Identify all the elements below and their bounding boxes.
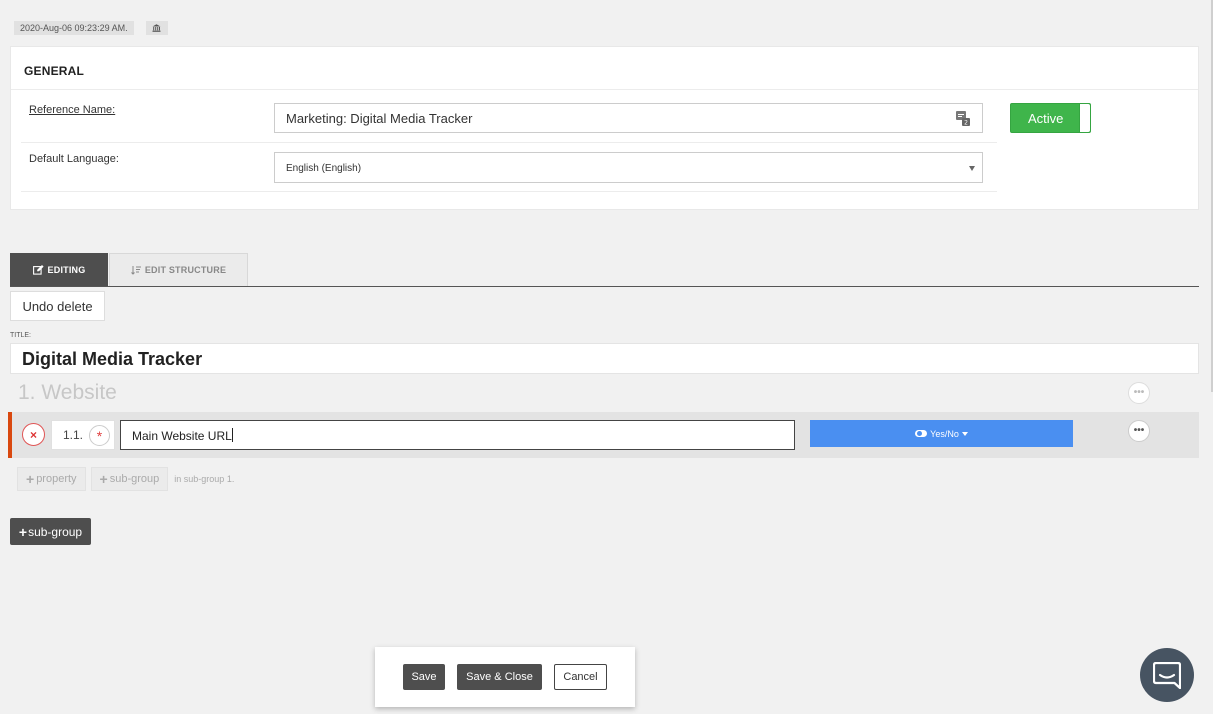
sort-icon: [130, 265, 141, 275]
default-language-select[interactable]: English (English): [274, 152, 983, 183]
property-type-dropdown[interactable]: Yes/No: [810, 420, 1073, 447]
group-more-button[interactable]: •••: [1128, 382, 1150, 404]
property-row: × 1.1. * Main Website URL Yes/No •••: [8, 412, 1199, 458]
chat-launcher[interactable]: [1140, 648, 1194, 702]
tab-edit-structure-label: EDIT STRUCTURE: [144, 265, 227, 275]
tab-editing-label: EDITING: [47, 264, 86, 275]
add-subgroup-inline-label: sub-group: [109, 473, 160, 485]
divider: [11, 89, 1198, 90]
default-language-label: Default Language:: [29, 153, 119, 165]
translate-icon[interactable]: 2: [956, 111, 970, 127]
property-name-value: Main Website URL: [132, 429, 232, 443]
property-name-input[interactable]: Main Website URL: [120, 420, 795, 450]
tabs-underline: [10, 286, 1199, 287]
group-heading[interactable]: 1. Website: [18, 381, 117, 405]
general-title: GENERAL: [24, 64, 85, 78]
title-label: TITLE:: [10, 332, 32, 339]
plus-icon: +: [26, 471, 35, 487]
divider: [21, 191, 997, 192]
text-cursor: [231, 428, 233, 442]
add-subgroup-inline-button[interactable]: + sub-group: [90, 467, 169, 491]
bank-icon[interactable]: [145, 21, 168, 35]
property-number-box: 1.1. *: [51, 420, 115, 450]
timestamp-bar: 2020-Aug-06 09:23:29 AM.: [14, 21, 168, 35]
caret-down-icon: [961, 431, 968, 436]
add-subgroup-button[interactable]: + sub-group: [10, 518, 91, 545]
required-toggle[interactable]: *: [89, 425, 110, 446]
chevron-down-icon: [969, 166, 975, 171]
reference-name-value: Marketing: Digital Media Tracker: [286, 111, 473, 126]
undo-delete-button[interactable]: Undo delete: [10, 291, 105, 321]
plus-icon: +: [99, 471, 108, 487]
property-type-label: Yes/No: [930, 428, 959, 439]
remove-property-button[interactable]: ×: [22, 423, 45, 446]
general-panel: GENERAL Reference Name: Marketing: Digit…: [10, 46, 1199, 210]
active-toggle-label: Active: [1028, 110, 1064, 126]
cancel-button[interactable]: Cancel: [554, 664, 607, 690]
save-close-button[interactable]: Save & Close: [457, 664, 542, 690]
tab-editing[interactable]: EDITING: [10, 253, 108, 286]
add-hint: in sub-group 1.: [174, 474, 235, 484]
svg-text:2: 2: [964, 120, 968, 127]
plus-icon: +: [18, 523, 28, 540]
chat-icon: [1153, 661, 1181, 689]
tab-edit-structure[interactable]: EDIT STRUCTURE: [109, 253, 248, 286]
title-input[interactable]: Digital Media Tracker: [10, 343, 1199, 374]
add-row: + property + sub-group in sub-group 1.: [17, 467, 234, 491]
add-subgroup-label: sub-group: [28, 524, 83, 539]
active-toggle[interactable]: Active: [1010, 103, 1091, 133]
mode-tabs: EDITING EDIT STRUCTURE: [10, 253, 248, 287]
reference-name-label[interactable]: Reference Name:: [29, 104, 115, 116]
property-number: 1.1.: [63, 428, 84, 442]
property-more-button[interactable]: •••: [1128, 420, 1150, 442]
add-property-label: property: [36, 473, 77, 485]
divider: [21, 142, 997, 143]
edit-icon: [32, 264, 44, 275]
reference-name-input[interactable]: Marketing: Digital Media Tracker 2: [274, 103, 983, 133]
toggle-icon: [915, 430, 928, 437]
toggle-knob: [1079, 104, 1090, 132]
save-button[interactable]: Save: [403, 664, 445, 690]
default-language-value: English (English): [286, 163, 362, 174]
add-property-button[interactable]: + property: [17, 467, 86, 491]
footer-actions: Save Save & Close Cancel: [375, 647, 635, 707]
timestamp: 2020-Aug-06 09:23:29 AM.: [14, 21, 134, 35]
